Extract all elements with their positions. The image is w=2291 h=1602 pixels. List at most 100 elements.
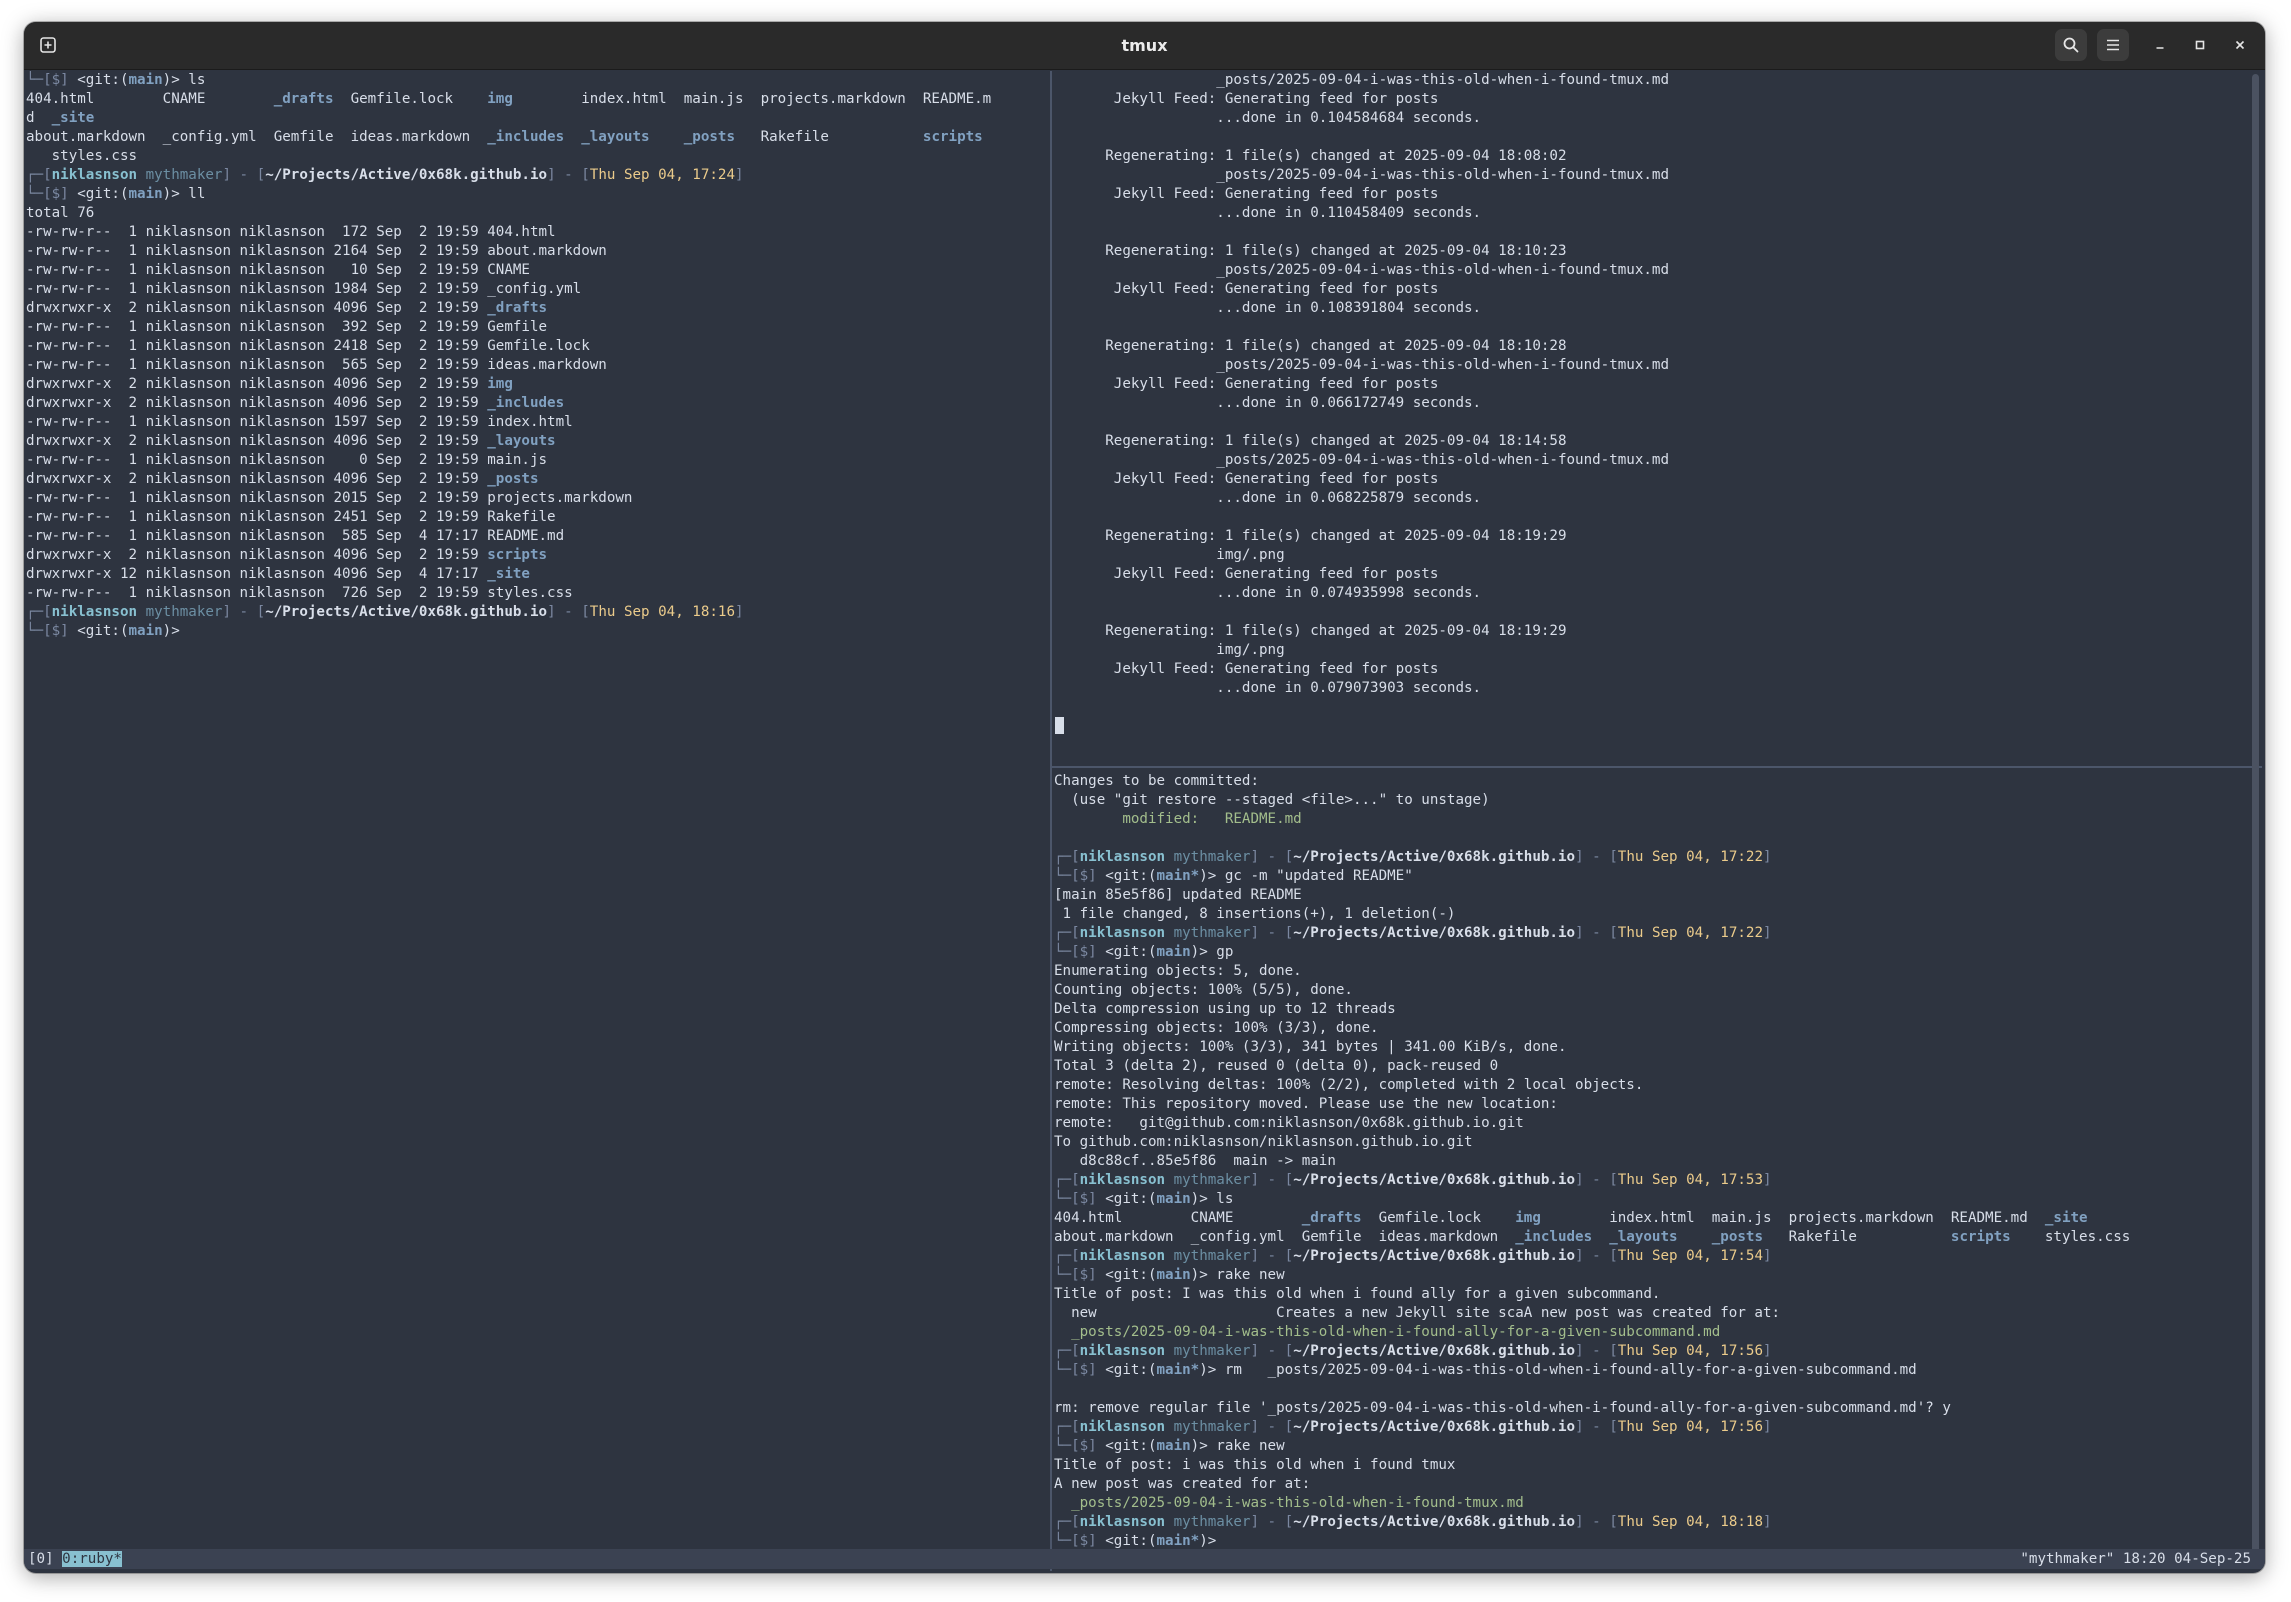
terminal-line: Jekyll Feed: Generating feed for posts xyxy=(1054,185,2262,204)
terminal-text: └─[$] xyxy=(26,623,78,639)
terminal-line: [main 85e5f86] updated README xyxy=(1054,886,2262,905)
terminal-text: ...done in 0.104584684 seconds. xyxy=(1054,110,1482,126)
terminal-text: └─[$] xyxy=(26,186,78,202)
terminal-line: _posts/2025-09-04-i-was-this-old-when-i-… xyxy=(1054,1323,2262,1342)
window-tab-ruby[interactable]: 0:ruby* xyxy=(62,1551,122,1567)
terminal-text: remote: This repository moved. Please us… xyxy=(1054,1096,1558,1112)
terminal-text: img xyxy=(487,91,513,107)
menu-button[interactable] xyxy=(2097,29,2129,61)
terminal-line: (use "git restore --staged <file>..." to… xyxy=(1054,791,2262,810)
close-button[interactable] xyxy=(2224,29,2256,61)
terminal-line: -rw-rw-r-- 1 niklasnson niklasnson 2451 … xyxy=(26,508,1050,527)
terminal-text: ] - [ xyxy=(1250,1514,1294,1530)
terminal-text: ┌─[ xyxy=(1054,1172,1080,1188)
top-right-terminal-pane[interactable]: _posts/2025-09-04-i-was-this-old-when-i-… xyxy=(1054,71,2262,766)
terminal-text: )> xyxy=(1190,1191,1217,1207)
terminal-text: gc -m "updated README" xyxy=(1224,868,1413,884)
terminal-text: ~/Projects/Active/0x68k.github.io xyxy=(1293,849,1576,865)
terminal-text: mythmaker xyxy=(1173,1343,1251,1359)
terminal-text: ~/Projects/Active/0x68k.github.io xyxy=(1293,1248,1576,1264)
terminal-text: ┌─[ xyxy=(1054,1343,1080,1359)
minimize-button[interactable] xyxy=(2144,29,2176,61)
terminal-text: main xyxy=(1156,1191,1191,1207)
terminal-text: ] - [ xyxy=(1575,925,1618,941)
terminal-text: A new post was created for at: xyxy=(1054,1476,1311,1492)
terminal-line: └─[$] <git:(main)> gp xyxy=(1054,943,2262,962)
terminal-text: )> xyxy=(1199,1362,1225,1378)
terminal-line: ...done in 0.110458409 seconds. xyxy=(1054,204,2262,223)
terminal-line: Jekyll Feed: Generating feed for posts xyxy=(1054,565,2262,584)
terminal-text: -rw-rw-r-- 1 niklasnson niklasnson 2164 … xyxy=(26,243,607,259)
terminal-text: <git:( xyxy=(1105,1267,1157,1283)
terminal-text: └─[$] xyxy=(26,72,78,88)
terminal-text: -rw-rw-r-- 1 niklasnson niklasnson 565 S… xyxy=(26,357,607,373)
terminal-line: ┌─[niklasnson mythmaker] - [~/Projects/A… xyxy=(1054,924,2262,943)
terminal-text: niklasnson xyxy=(1079,1514,1166,1530)
left-terminal-pane[interactable]: └─[$] <git:(main)> ls 404.html CNAME _dra… xyxy=(26,71,1050,1571)
terminal-text: _layouts xyxy=(581,129,650,145)
scrollbar[interactable] xyxy=(2252,74,2259,1569)
terminal-text: ┌─[ xyxy=(1054,849,1080,865)
terminal-text: ┌─[ xyxy=(1054,1514,1080,1530)
pane-divider-horizontal[interactable] xyxy=(1052,766,2262,768)
terminal-text: styles.css xyxy=(2010,1229,2131,1245)
terminal-text: -rw-rw-r-- 1 niklasnson niklasnson 0 Sep… xyxy=(26,452,548,468)
terminal-text: Delta compression using up to 12 threads xyxy=(1054,1001,1396,1017)
terminal-text: ~/Projects/Active/0x68k.github.io xyxy=(1293,925,1576,941)
terminal-text: -rw-rw-r-- 1 niklasnson niklasnson 2418 … xyxy=(26,338,590,354)
terminal-text: ls xyxy=(1216,1191,1234,1207)
terminal-line: drwxrwxr-x 2 niklasnson niklasnson 4096 … xyxy=(26,299,1050,318)
maximize-icon xyxy=(2195,40,2205,50)
terminal-text: remote: git@github.com:niklasnson/0x68k.… xyxy=(1054,1115,1524,1131)
terminal-text: └─[$] xyxy=(1054,1362,1106,1378)
terminal-text: _layouts xyxy=(1609,1229,1678,1245)
search-button[interactable] xyxy=(2055,29,2087,61)
terminal-line: drwxrwxr-x 2 niklasnson niklasnson 4096 … xyxy=(26,470,1050,489)
terminal-text: Thu Sep 04, 17:24 xyxy=(589,167,735,183)
terminal-line: Regenerating: 1 file(s) changed at 2025-… xyxy=(1054,147,2262,166)
terminal-line: ┌─[niklasnson mythmaker] - [~/Projects/A… xyxy=(26,166,1050,185)
terminal-text: Counting objects: 100% (5/5), done. xyxy=(1054,982,1353,998)
terminal-text: img/.png xyxy=(1054,547,1285,563)
terminal-text: ] - [ xyxy=(1575,1343,1618,1359)
terminal-text: Jekyll Feed: Generating feed for posts xyxy=(1054,186,1439,202)
terminal-text: _layouts xyxy=(487,433,556,449)
terminal-text: drwxrwxr-x 2 niklasnson niklasnson 4096 … xyxy=(26,547,488,563)
menu-icon xyxy=(2107,39,2119,51)
terminal-text: )> xyxy=(162,623,180,639)
status-left: [0] 0:ruby* xyxy=(28,1549,122,1569)
terminal-line: ...done in 0.066172749 seconds. xyxy=(1054,394,2262,413)
terminal-text: -rw-rw-r-- 1 niklasnson niklasnson 392 S… xyxy=(26,319,548,335)
terminal-text: _posts/2025-09-04-i-was-this-old-when-i-… xyxy=(1054,452,1669,468)
terminal-text: niklasnson xyxy=(1079,925,1166,941)
bottom-right-terminal-pane[interactable]: Changes to be committed: (use "git resto… xyxy=(1054,772,2262,1572)
pane-divider-vertical[interactable] xyxy=(1050,71,1052,1571)
terminal-line: ...done in 0.068225879 seconds. xyxy=(1054,489,2262,508)
terminal-text: ┌─[ xyxy=(26,604,52,620)
terminal-line: Regenerating: 1 file(s) changed at 2025-… xyxy=(1054,622,2262,641)
maximize-button[interactable] xyxy=(2184,29,2216,61)
terminal-text: ~/Projects/Active/0x68k.github.io xyxy=(265,167,548,183)
terminal-text: ...done in 0.079073903 seconds. xyxy=(1054,680,1482,696)
terminal-line: 1 file changed, 8 insertions(+), 1 delet… xyxy=(1054,905,2262,924)
terminal-text: └─[$] xyxy=(1054,944,1106,960)
terminal-text: rake new xyxy=(1216,1438,1285,1454)
close-icon xyxy=(2235,40,2245,50)
terminal-text: <git:( xyxy=(1105,1533,1157,1549)
terminal-line: img/.png xyxy=(1054,546,2262,565)
terminal-line: Enumerating objects: 5, done. xyxy=(1054,962,2262,981)
terminal-text: main xyxy=(128,72,163,88)
terminal-text: new Creates a new Jekyll site scaA new p… xyxy=(1054,1305,1781,1321)
terminal-line: -rw-rw-r-- 1 niklasnson niklasnson 2418 … xyxy=(26,337,1050,356)
terminal-text: niklasnson xyxy=(1079,849,1166,865)
terminal-text: ] xyxy=(1763,1514,1772,1530)
terminal-text: niklasnson xyxy=(1079,1343,1166,1359)
terminal-line: Regenerating: 1 file(s) changed at 2025-… xyxy=(1054,527,2262,546)
terminal-text: gp xyxy=(1216,944,1234,960)
